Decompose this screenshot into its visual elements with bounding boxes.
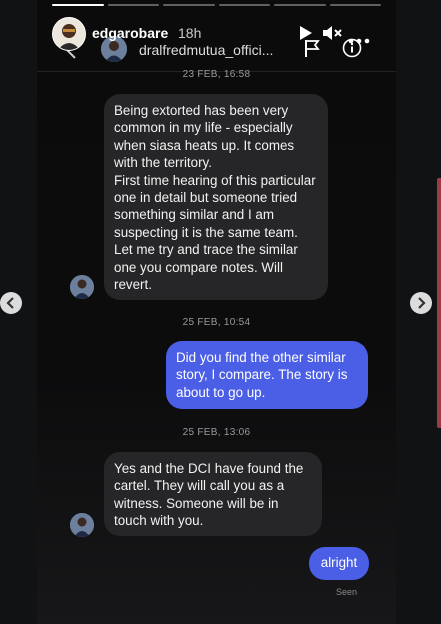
sender-avatar xyxy=(70,275,94,299)
chat-username: dralfredmutua_offici... xyxy=(139,42,274,58)
progress-segment xyxy=(107,4,159,6)
previous-story-button[interactable] xyxy=(0,292,22,314)
chevron-left-icon xyxy=(6,297,14,309)
next-story-button[interactable] xyxy=(410,292,432,314)
message-text: Being extorted has been very common in m… xyxy=(114,103,295,171)
incoming-message: Being extorted has been very common in m… xyxy=(104,94,328,300)
play-icon[interactable] xyxy=(299,25,313,46)
story-viewer: dralfredmutua_offici... edgarobare 18h 2… xyxy=(37,0,396,624)
more-icon[interactable] xyxy=(348,31,370,49)
chevron-right-icon xyxy=(418,297,426,309)
outgoing-message: alright xyxy=(309,547,369,580)
outgoing-message: Did you find the other similar story, I … xyxy=(166,341,368,409)
story-avatar[interactable] xyxy=(52,17,86,51)
date-separator: 25 FEB, 10:54 xyxy=(182,317,251,328)
story-username[interactable]: edgarobare xyxy=(92,25,168,41)
message-text: alright xyxy=(320,555,358,570)
incoming-message: Yes and the DCI have found the cartel. T… xyxy=(104,452,322,536)
story-progress xyxy=(52,4,381,6)
story-time: 18h xyxy=(178,25,202,41)
seen-status: Seen xyxy=(336,587,358,597)
next-story-preview[interactable] xyxy=(437,178,441,428)
date-separator: 25 FEB, 13:06 xyxy=(182,427,251,438)
progress-segment xyxy=(274,4,326,6)
progress-segment xyxy=(52,4,104,6)
progress-segment xyxy=(329,4,381,6)
message-text: Yes and the DCI have found the cartel. T… xyxy=(114,461,304,529)
date-separator: 23 FEB, 16:58 xyxy=(182,69,251,80)
sender-avatar xyxy=(70,513,94,537)
progress-segment xyxy=(218,4,270,6)
message-text: First time hearing of this particular on… xyxy=(114,172,316,293)
mute-icon[interactable] xyxy=(322,24,342,47)
message-text: Did you find the other similar story, I … xyxy=(176,350,348,400)
progress-segment xyxy=(163,4,215,6)
